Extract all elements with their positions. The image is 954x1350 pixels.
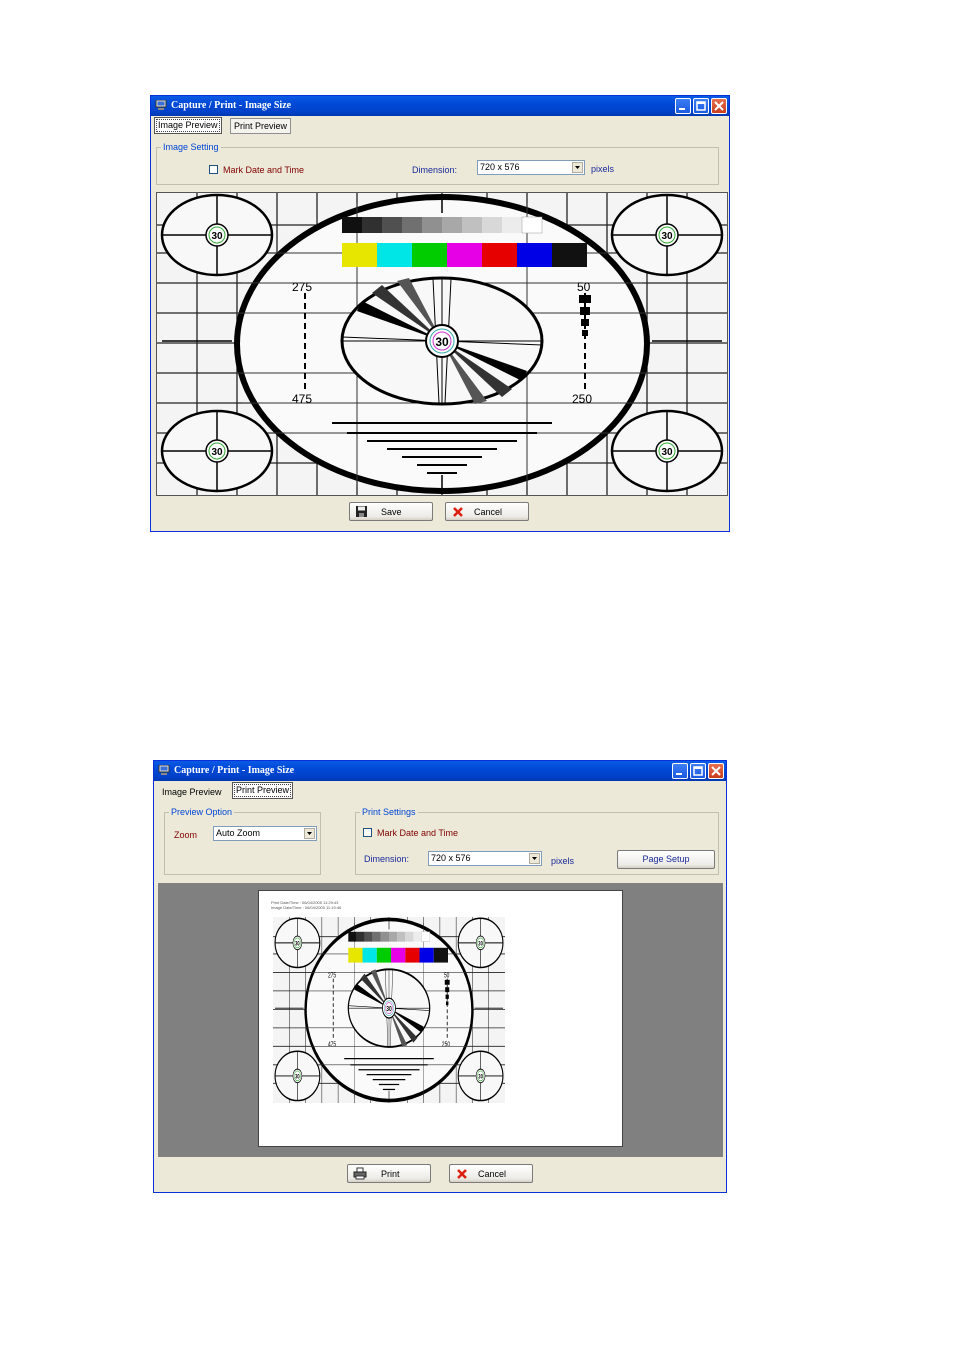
red-x-icon	[453, 507, 463, 517]
save-label: Save	[381, 507, 402, 517]
group-label: Image Setting	[161, 142, 221, 152]
capture-dialog-print-preview: Capture / Print - Image Size Image Previ…	[153, 760, 727, 1193]
maximize-button[interactable]	[693, 98, 709, 114]
minimize-button[interactable]	[672, 763, 688, 779]
dimension-select[interactable]: 720 x 576	[428, 851, 542, 866]
printer-icon	[353, 1167, 367, 1180]
mark-date-label: Mark Date and Time	[377, 828, 459, 838]
dimension-value: 720 x 576	[431, 853, 471, 863]
minimize-icon	[676, 773, 682, 775]
monitor-icon	[155, 100, 167, 110]
capture-dialog-image-preview: Capture / Print - Image Size Image Previ…	[150, 95, 730, 532]
chevron-down-icon[interactable]	[572, 162, 583, 173]
print-preview-pane: Print Date/Time : 06/04/2005 11:29:43 Im…	[158, 883, 723, 1157]
save-button[interactable]: Save	[349, 502, 433, 521]
page-setup-button[interactable]: Page Setup	[617, 850, 715, 869]
dimension-select[interactable]: 720 x 576	[477, 160, 585, 175]
cancel-button[interactable]: Cancel	[449, 1164, 533, 1183]
dimension-label: Dimension:	[364, 854, 410, 864]
maximize-icon	[696, 101, 706, 111]
image-preview-pane	[156, 192, 728, 496]
title-bar[interactable]: Capture / Print - Image Size	[151, 96, 729, 116]
floppy-disk-icon	[356, 506, 367, 517]
zoom-value: Auto Zoom	[216, 828, 261, 838]
mark-date-checkbox[interactable]	[209, 165, 218, 174]
print-label: Print	[381, 1169, 400, 1179]
red-x-icon	[457, 1169, 467, 1179]
dimension-label: Dimension:	[412, 165, 458, 175]
image-datetime-line: Image Date/Time : 06/04/2005 11:19:46	[271, 905, 342, 910]
window-title: Capture / Print - Image Size	[174, 765, 295, 776]
pixels-unit: pixels	[551, 856, 575, 866]
test-pattern-image	[157, 193, 727, 495]
pixels-unit: pixels	[591, 164, 615, 174]
preview-option-group: Preview Option Zoom Auto Zoom	[164, 807, 321, 875]
chevron-down-icon[interactable]	[529, 853, 540, 864]
cancel-label: Cancel	[478, 1169, 507, 1179]
dimension-value: 720 x 576	[480, 162, 520, 172]
cancel-button[interactable]: Cancel	[445, 502, 529, 521]
minimize-button[interactable]	[675, 98, 691, 114]
mark-date-label: Mark Date and Time	[223, 165, 305, 175]
close-button[interactable]	[708, 763, 724, 779]
test-pattern-thumbnail	[273, 917, 505, 1103]
image-setting-group: Image Setting Mark Date and Time Dimensi…	[156, 142, 719, 185]
tab-print-preview[interactable]: Print Preview	[232, 782, 294, 799]
minimize-icon	[679, 108, 685, 110]
close-icon	[714, 101, 724, 111]
close-button[interactable]	[711, 98, 727, 114]
group-label: Print Settings	[360, 807, 418, 817]
print-button[interactable]: Print	[347, 1164, 431, 1183]
close-icon	[711, 766, 721, 776]
zoom-label: Zoom	[174, 830, 198, 840]
maximize-button[interactable]	[690, 763, 706, 779]
mark-date-checkbox[interactable]	[363, 828, 372, 837]
title-bar[interactable]: Capture / Print - Image Size	[154, 761, 726, 781]
group-label: Preview Option	[169, 807, 235, 817]
tab-print-preview[interactable]: Print Preview	[230, 118, 292, 134]
monitor-icon	[158, 765, 170, 775]
paper-page: Print Date/Time : 06/04/2005 11:29:43 Im…	[258, 890, 623, 1147]
maximize-icon	[693, 766, 703, 776]
print-settings-group: Print Settings Mark Date and Time Dimens…	[355, 807, 719, 875]
zoom-select[interactable]: Auto Zoom	[213, 826, 317, 841]
tab-image-preview[interactable]: Image Preview	[158, 784, 226, 800]
chevron-down-icon[interactable]	[304, 828, 315, 839]
cancel-label: Cancel	[474, 507, 503, 517]
page-setup-label: Page Setup	[642, 854, 690, 864]
window-title: Capture / Print - Image Size	[171, 100, 292, 111]
tab-image-preview[interactable]: Image Preview	[154, 117, 222, 134]
